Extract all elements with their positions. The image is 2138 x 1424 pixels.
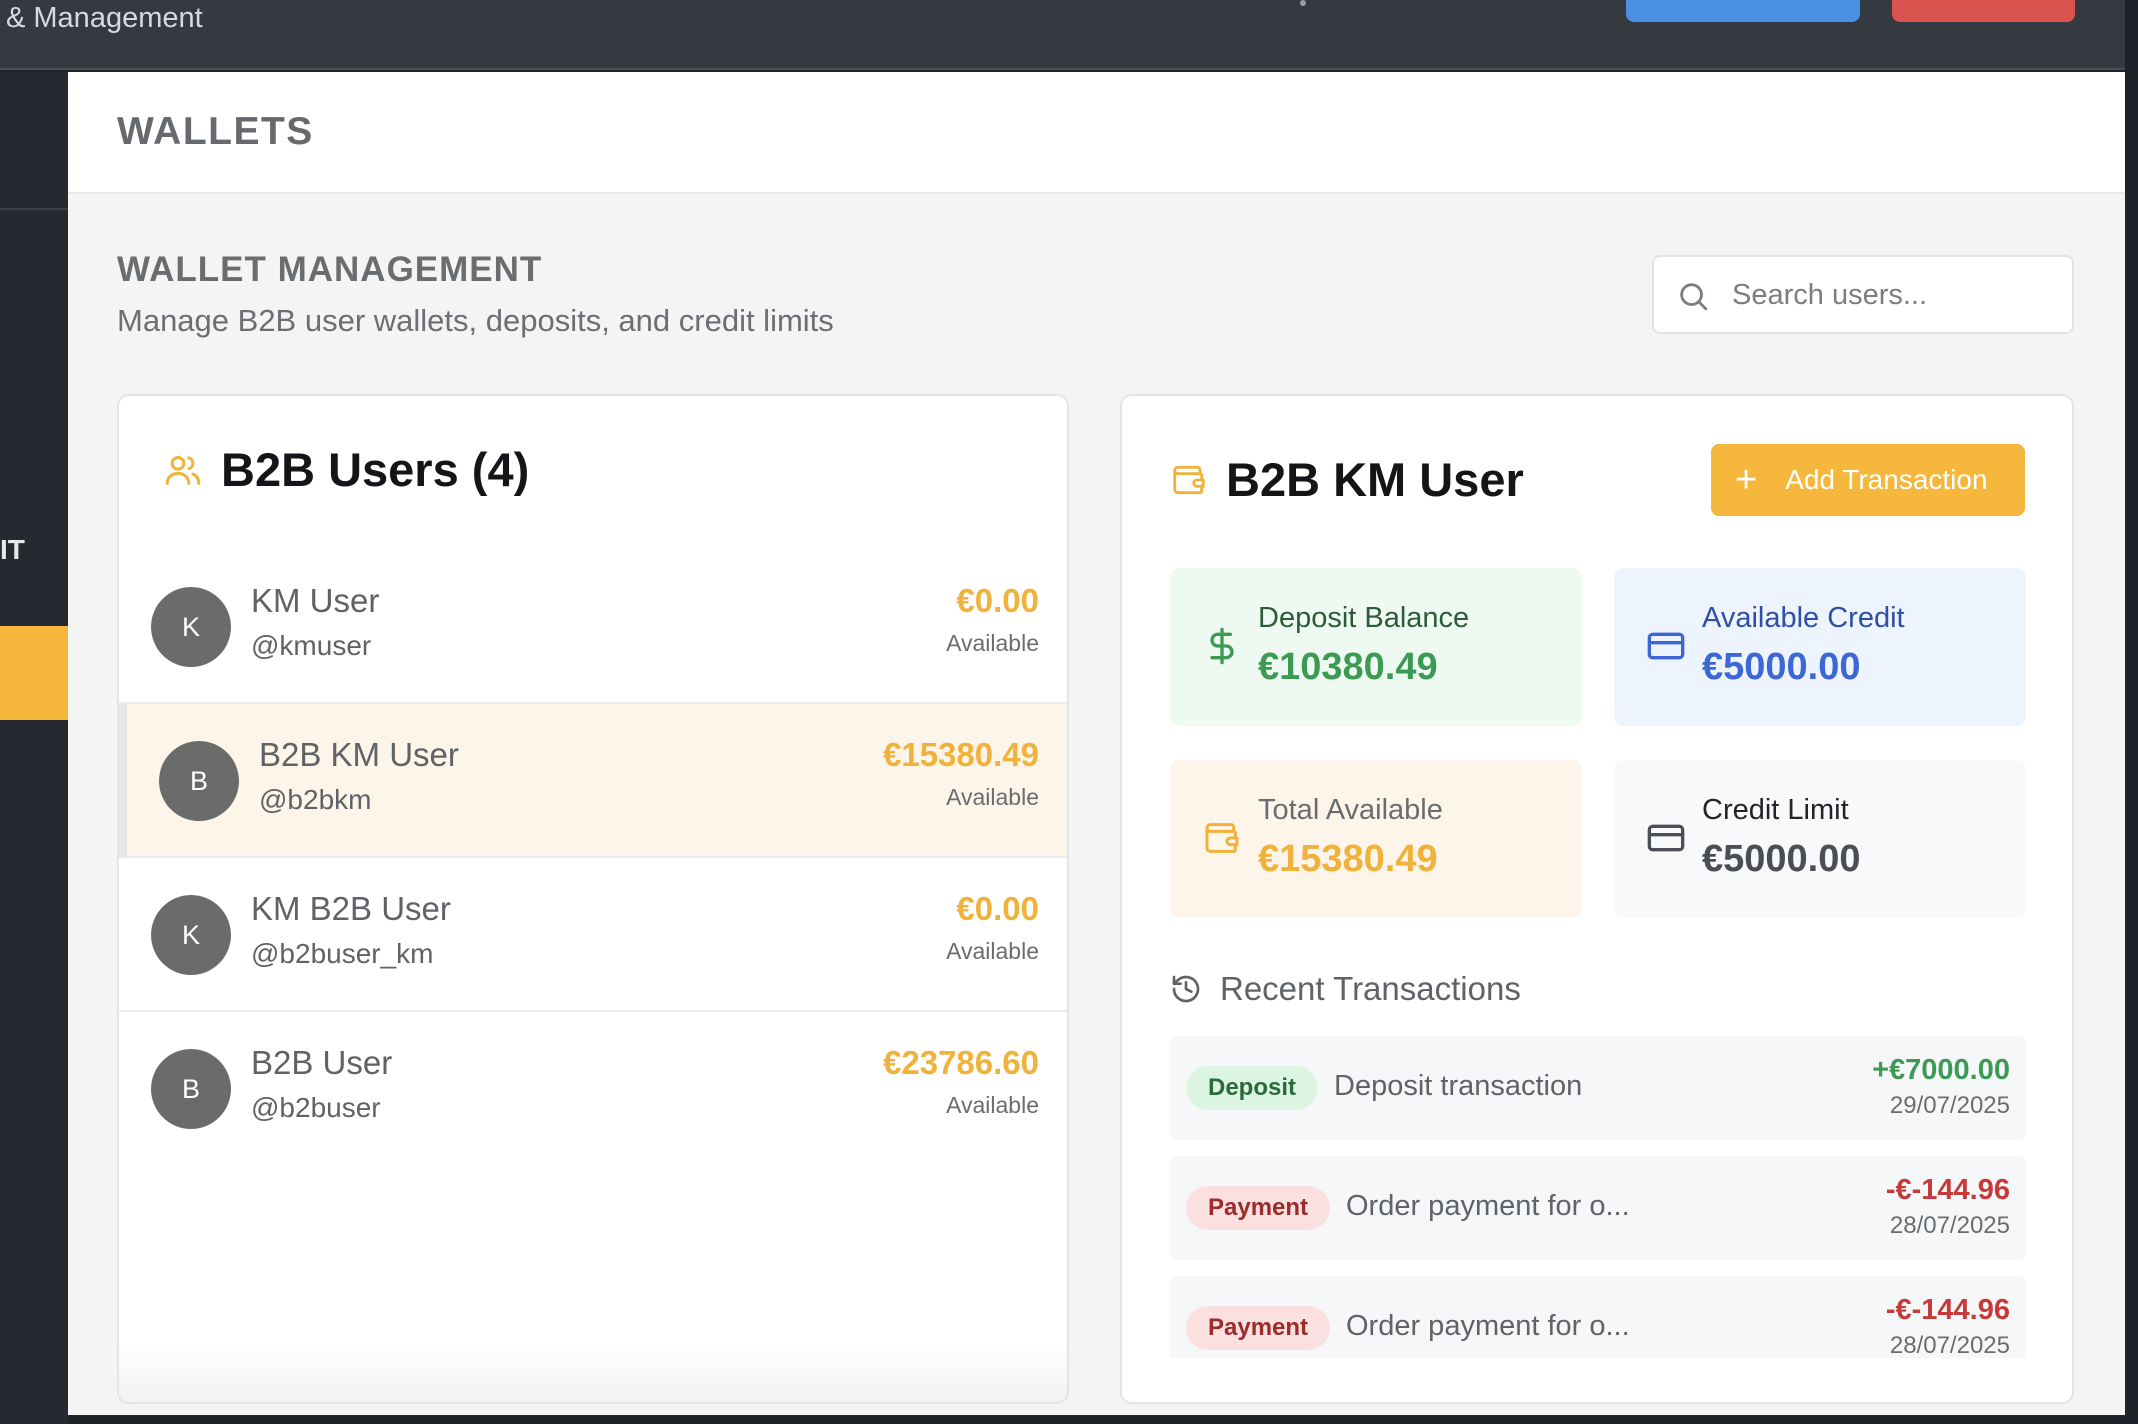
total-available-value: €15380.49	[1258, 838, 1438, 880]
user-available-label: Available	[946, 784, 1039, 810]
users-panel-header: B2B Users (4)	[163, 442, 529, 497]
app-brand-text: & Management	[6, 2, 203, 34]
sidebar-item-label[interactable]: IT	[0, 534, 25, 566]
page-header: WALLETS	[68, 72, 2125, 194]
credit-limit-label: Credit Limit	[1702, 794, 1849, 826]
wallet-icon	[1205, 823, 1239, 853]
topbar-indicator	[1300, 0, 1306, 6]
section-subtitle: Manage B2B user wallets, deposits, and c…	[117, 303, 834, 338]
avatar: B	[159, 741, 239, 821]
section-title: WALLET MANAGEMENT	[117, 250, 543, 289]
total-available-label: Total Available	[1258, 794, 1443, 826]
credit-limit-card: Credit Limit €5000.00	[1614, 760, 2026, 918]
user-name: B2B User	[251, 1044, 393, 1081]
main-content: WALLETS WALLET MANAGEMENT Manage B2B use…	[68, 72, 2125, 1415]
credit-limit-value: €5000.00	[1702, 838, 1861, 880]
transaction-list: Deposit Deposit transaction +€7000.00 29…	[1170, 1036, 2026, 1358]
dollar-icon	[1210, 627, 1234, 665]
transaction-row[interactable]: Deposit Deposit transaction +€7000.00 29…	[1170, 1036, 2026, 1140]
transaction-description: Deposit transaction	[1334, 1070, 1583, 1102]
credit-card-icon	[1647, 824, 1685, 852]
deposit-balance-card: Deposit Balance €10380.49	[1170, 568, 1582, 726]
user-handle: @b2buser	[251, 1092, 381, 1123]
user-name: B2B KM User	[259, 736, 459, 773]
user-available-label: Available	[946, 938, 1039, 964]
recent-transactions-title: Recent Transactions	[1220, 970, 1521, 1007]
transaction-type-badge: Payment	[1186, 1306, 1331, 1350]
transaction-date: 29/07/2025	[1889, 1092, 2010, 1119]
user-available-amount: €0.00	[956, 890, 1039, 927]
list-fade	[119, 1342, 1067, 1402]
transaction-type-badge: Payment	[1186, 1186, 1331, 1230]
search-icon	[1680, 283, 1708, 311]
wallet-icon	[1173, 465, 1205, 494]
transaction-date: 28/07/2025	[1889, 1332, 2010, 1358]
transaction-description: Order payment for o...	[1346, 1310, 1630, 1342]
add-transaction-button[interactable]: + Add Transaction	[1711, 444, 2025, 516]
users-panel: B2B Users (4) K KM User @kmuser €0.00 Av…	[117, 394, 1069, 1404]
wallet-detail-panel: B2B KM User + Add Transaction Deposit Ba…	[1120, 394, 2074, 1404]
transaction-row[interactable]: Payment Order payment for o... -€-144.96…	[1170, 1156, 2026, 1260]
available-credit-card: Available Credit €5000.00	[1614, 568, 2026, 726]
transaction-amount: +€7000.00	[1872, 1054, 2010, 1086]
add-transaction-label: Add Transaction	[1785, 464, 1988, 495]
user-handle: @kmuser	[251, 630, 372, 661]
user-handle: @b2bkm	[259, 784, 372, 815]
sidebar: IT	[0, 72, 68, 1424]
history-icon	[1172, 975, 1200, 1003]
user-available-amount: €0.00	[956, 582, 1039, 619]
transaction-date: 28/07/2025	[1889, 1212, 2010, 1239]
user-list-item[interactable]: K KM User @kmuser €0.00 Available	[119, 550, 1067, 704]
topbar-primary-button[interactable]	[1626, 0, 1860, 22]
search-box[interactable]	[1652, 255, 2074, 334]
wallet-detail-title: B2B KM User	[1226, 453, 1524, 506]
user-name: KM B2B User	[251, 890, 451, 927]
user-handle: @b2buser_km	[251, 938, 434, 969]
sidebar-divider	[0, 208, 68, 210]
available-credit-value: €5000.00	[1702, 646, 1861, 688]
user-available-label: Available	[946, 1092, 1039, 1118]
total-available-card: Total Available €15380.49	[1170, 760, 1582, 918]
transaction-description: Order payment for o...	[1346, 1190, 1630, 1222]
deposit-balance-value: €10380.49	[1258, 646, 1438, 688]
user-available-amount: €23786.60	[883, 1044, 1039, 1081]
page-title: WALLETS	[117, 110, 314, 153]
user-available-label: Available	[946, 630, 1039, 656]
credit-card-icon	[1647, 632, 1685, 660]
user-list-item[interactable]: K KM B2B User @b2buser_km €0.00 Availabl…	[119, 858, 1067, 1012]
transaction-amount: -€-144.96	[1885, 1174, 2010, 1206]
recent-transactions-header: Recent Transactions	[1170, 970, 1521, 1008]
users-panel-title: B2B Users (4)	[221, 443, 530, 496]
transaction-row[interactable]: Payment Order payment for o... -€-144.96…	[1170, 1276, 2026, 1358]
user-list-item-selected[interactable]: B B2B KM User @b2bkm €15380.49 Available	[119, 704, 1067, 858]
sidebar-item-active[interactable]	[0, 626, 68, 720]
available-credit-label: Available Credit	[1702, 602, 1905, 634]
topbar-danger-button[interactable]	[1892, 0, 2075, 22]
top-bar: & Management	[0, 0, 2125, 70]
transaction-amount: -€-144.96	[1885, 1294, 2010, 1326]
search-input[interactable]	[1732, 271, 2052, 319]
avatar: K	[151, 895, 231, 975]
wallet-detail-header: B2B KM User	[1170, 452, 1524, 507]
avatar: K	[151, 587, 231, 667]
user-name: KM User	[251, 582, 380, 619]
users-icon	[165, 455, 201, 485]
user-available-amount: €15380.49	[883, 736, 1039, 773]
avatar: B	[151, 1049, 231, 1129]
plus-icon: +	[1735, 459, 1758, 501]
deposit-balance-label: Deposit Balance	[1258, 602, 1470, 634]
transaction-type-badge: Deposit	[1186, 1066, 1319, 1110]
user-list-item[interactable]: B B2B User @b2buser €23786.60 Available	[119, 1012, 1067, 1166]
